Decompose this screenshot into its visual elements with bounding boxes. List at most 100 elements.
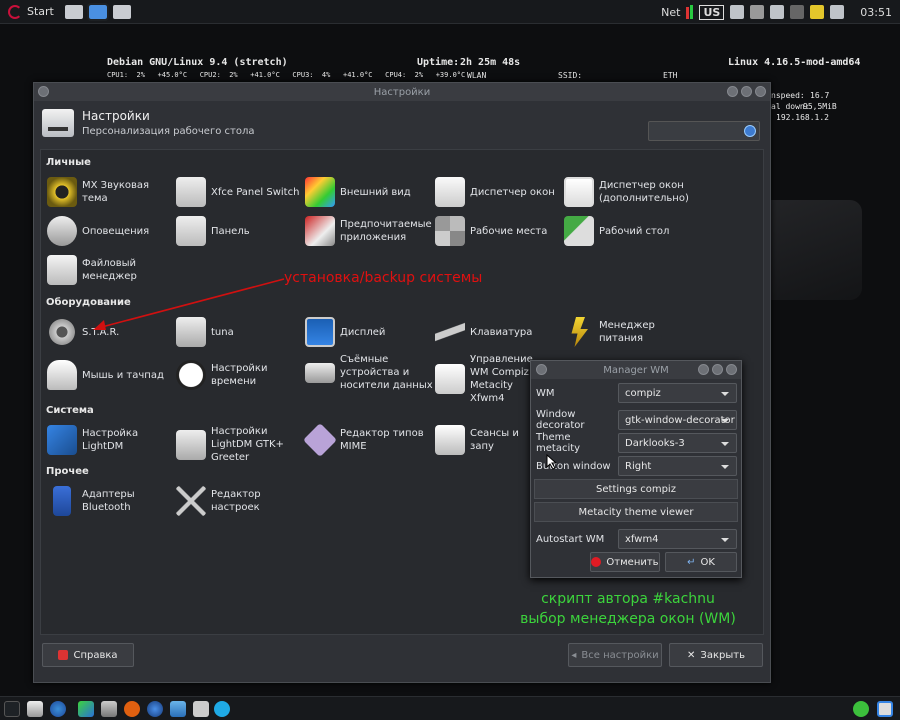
item-power-manager[interactable]: Менеджер питания: [564, 317, 694, 347]
wifi-launcher-icon[interactable]: [193, 701, 209, 717]
item-label: Редактор настроек: [211, 489, 261, 513]
search-input[interactable]: [648, 121, 760, 141]
maximize-button[interactable]: [741, 86, 752, 97]
item-removable-devices[interactable]: Съёмные устройства и носители данных: [305, 353, 435, 392]
add-icon[interactable]: [853, 701, 869, 717]
update-icon[interactable]: [830, 5, 845, 19]
close-button[interactable]: ✕ Закрыть: [669, 643, 763, 667]
item-workspaces[interactable]: Рабочие места: [435, 216, 565, 246]
autostart-select[interactable]: xfwm4: [618, 529, 737, 549]
item-window-manager[interactable]: Диспетчер окон: [435, 177, 565, 207]
item-mouse-touchpad[interactable]: Мышь и тачпад: [47, 360, 177, 390]
power-icon[interactable]: [810, 5, 825, 19]
window-titlebar[interactable]: Настройки: [34, 83, 770, 101]
annotation-green-line1: скрипт автора #kachnu: [541, 591, 715, 607]
file-manager-icon[interactable]: [27, 701, 43, 717]
item-settings-editor[interactable]: Редактор настроек: [176, 486, 306, 516]
annotation-red: установка/backup системы: [284, 270, 483, 286]
sessions-icon: [435, 425, 465, 455]
file-cabinet-icon: [47, 255, 77, 285]
item-label: Клавиатура: [470, 326, 533, 338]
wifi-icon[interactable]: [770, 5, 785, 19]
cancel-button[interactable]: Отменить: [590, 552, 660, 572]
dialog-maximize-button[interactable]: [712, 364, 723, 375]
search-icon[interactable]: [744, 125, 756, 137]
decorator-select[interactable]: gtk-window-decorator: [618, 410, 737, 430]
ok-button[interactable]: ↵ OK: [665, 552, 737, 572]
star-window-icon: [564, 177, 594, 207]
show-desktop-icon[interactable]: [4, 701, 20, 717]
item-time-settings[interactable]: Настройки времени: [176, 360, 306, 390]
item-mime-editor[interactable]: Редактор типов MIME: [303, 423, 435, 457]
item-lightdm[interactable]: Настройка LightDM: [47, 425, 177, 455]
section-other: Прочее: [46, 466, 89, 477]
monitor-icon: [305, 317, 335, 347]
greeter-icon: [176, 429, 206, 460]
browser-icon[interactable]: [50, 701, 66, 717]
item-preferred-apps[interactable]: Предпочитаемые приложения: [305, 216, 435, 246]
drive-icon: [305, 362, 335, 383]
item-wm-management[interactable]: Управление WM Compiz Metacity Xfwm4: [435, 353, 545, 405]
ok-label: OK: [700, 556, 715, 568]
keyboard-layout-indicator[interactable]: US: [699, 4, 725, 20]
help-button[interactable]: Справка: [42, 643, 134, 667]
dialog-menu-icon[interactable]: [536, 364, 547, 375]
minimize-button[interactable]: [727, 86, 738, 97]
xchat-icon[interactable]: [124, 701, 140, 717]
globe-icon[interactable]: [147, 701, 163, 717]
close-window-button[interactable]: [755, 86, 766, 97]
clipboard-icon[interactable]: [730, 5, 745, 19]
wm-select[interactable]: compiz: [618, 383, 737, 403]
item-label: Съёмные устройства и носители данных: [340, 354, 433, 391]
item-xfce-panel-switch[interactable]: Xfce Panel Switch: [176, 177, 306, 207]
metacity-viewer-button[interactable]: Metacity theme viewer: [534, 502, 738, 522]
annotation-arrow: [93, 278, 285, 330]
header-title: Настройки: [82, 109, 150, 123]
skype-icon[interactable]: [214, 701, 230, 717]
clock[interactable]: 03:51: [860, 6, 892, 19]
conky-speed-value: 16.7: [810, 91, 830, 100]
item-label: Внешний вид: [340, 186, 411, 198]
dialog-close-button[interactable]: [726, 364, 737, 375]
window-menu-icon[interactable]: [38, 86, 49, 97]
item-label: Мышь и тачпад: [82, 369, 164, 381]
theme-label: Theme metacity: [536, 432, 581, 454]
bluetooth-tray-icon[interactable]: [750, 5, 765, 19]
item-desktop[interactable]: Рабочий стол: [564, 216, 694, 246]
net-monitor-icon[interactable]: [686, 5, 694, 19]
debian-logo-icon: [8, 4, 22, 19]
volume-icon[interactable]: [790, 5, 805, 19]
item-keyboard[interactable]: Клавиатура: [435, 317, 565, 347]
conky-os: Debian GNU/Linux 9.4 (stretch): [107, 57, 288, 68]
dialog-minimize-button[interactable]: [698, 364, 709, 375]
window-launcher-icon[interactable]: [86, 2, 109, 21]
item-window-manager-tweaks[interactable]: Диспетчер окон (дополнительно): [564, 177, 714, 207]
button-window-select[interactable]: Right: [618, 456, 737, 476]
manager-wm-titlebar[interactable]: Manager WM: [531, 361, 741, 379]
item-display[interactable]: Дисплей: [305, 317, 435, 347]
section-system: Система: [46, 405, 94, 416]
notification-icon: [47, 216, 77, 246]
tools-launcher-icon[interactable]: [101, 701, 117, 717]
item-bluetooth-adapters[interactable]: Адаптеры Bluetooth: [47, 486, 177, 516]
conky-down-value: 95,5MiB: [803, 102, 837, 111]
desktop-launcher-icon[interactable]: [112, 4, 131, 19]
settings-header-icon: [42, 109, 74, 137]
start-button[interactable]: Start: [0, 0, 62, 24]
decorator-label: Window decorator: [536, 409, 585, 431]
keyboard-launcher-icon[interactable]: [64, 4, 83, 19]
item-lightdm-greeter[interactable]: Настройки LightDM GTK+ Greeter: [176, 425, 306, 464]
xfce-icon[interactable]: [78, 701, 94, 717]
workspace-switcher-icon[interactable]: [877, 701, 893, 717]
network-icon[interactable]: [170, 701, 186, 717]
item-notifications[interactable]: Оповещения: [47, 216, 177, 246]
all-settings-button[interactable]: ◂ Все настройки: [568, 643, 662, 667]
item-mx-sound-theme[interactable]: MX Звуковая тема: [47, 177, 177, 207]
settings-compiz-button[interactable]: Settings compiz: [534, 479, 738, 499]
conky-ip: 192.168.1.2: [776, 113, 829, 122]
theme-select[interactable]: Darklooks-3: [618, 433, 737, 453]
item-label: Редактор типов MIME: [340, 428, 424, 452]
item-panel[interactable]: Панель: [176, 216, 306, 246]
item-sessions-startup[interactable]: Сеансы и запу: [435, 425, 545, 455]
item-appearance[interactable]: Внешний вид: [305, 177, 435, 207]
